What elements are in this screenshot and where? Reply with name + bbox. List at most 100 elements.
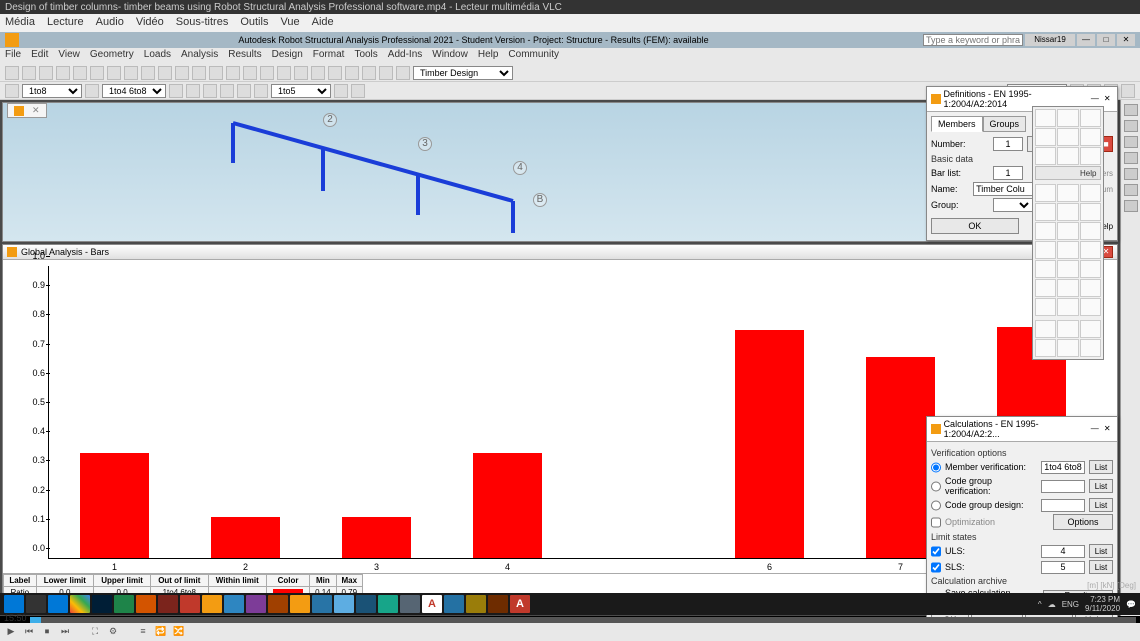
- menu-window[interactable]: Window: [432, 49, 468, 63]
- defs-tab-groups[interactable]: Groups: [983, 116, 1027, 132]
- menu-edit[interactable]: Edit: [31, 49, 48, 63]
- new-icon[interactable]: [5, 66, 19, 80]
- vlc-menu-soustitres[interactable]: Sous-titres: [176, 16, 229, 30]
- app-icon[interactable]: [290, 595, 310, 613]
- vlc-menu-lecture[interactable]: Lecture: [47, 16, 84, 30]
- calc-uls-input[interactable]: [1041, 545, 1085, 558]
- tool-palette[interactable]: Help: [1032, 106, 1104, 360]
- palette-icon[interactable]: [1080, 241, 1101, 259]
- vlc-shuffle-icon[interactable]: 🔀: [172, 626, 186, 638]
- bar-selector[interactable]: 1to4 6to8: [102, 84, 166, 98]
- palette-icon[interactable]: [1080, 320, 1101, 338]
- table-icon[interactable]: [277, 66, 291, 80]
- app-icon[interactable]: [400, 595, 420, 613]
- app-icon[interactable]: [114, 595, 134, 613]
- calc-member-verif-input[interactable]: [1041, 461, 1085, 474]
- calc-min-icon[interactable]: —: [1089, 424, 1100, 435]
- vlc-fullscreen-icon[interactable]: ⛶: [88, 626, 102, 638]
- palette-icon[interactable]: [1080, 184, 1101, 202]
- palette-icon[interactable]: [1080, 279, 1101, 297]
- measure-icon[interactable]: [328, 66, 342, 80]
- vlc-playlist-icon[interactable]: ≡: [136, 626, 150, 638]
- redo-icon[interactable]: [90, 66, 104, 80]
- save-icon[interactable]: [39, 66, 53, 80]
- calc-list-button[interactable]: List: [1089, 460, 1113, 474]
- defs-close-icon[interactable]: ✕: [1102, 94, 1113, 105]
- palette-icon[interactable]: [1057, 279, 1078, 297]
- vlc-prev-icon[interactable]: ⏮: [22, 626, 36, 638]
- vlc-settings-icon[interactable]: ⚙: [106, 626, 120, 638]
- menu-geometry[interactable]: Geometry: [90, 49, 134, 63]
- vlc-menu-aide[interactable]: Aide: [312, 16, 334, 30]
- autocad-icon[interactable]: A: [422, 595, 442, 613]
- palette-icon[interactable]: [1035, 203, 1056, 221]
- palette-icon[interactable]: [1057, 320, 1078, 338]
- rsb-icon[interactable]: [1124, 200, 1138, 212]
- vlc-menu-media[interactable]: Média: [5, 16, 35, 30]
- paste-icon[interactable]: [141, 66, 155, 80]
- rsb-icon[interactable]: [1124, 168, 1138, 180]
- acrobat-icon[interactable]: [180, 595, 200, 613]
- menu-format[interactable]: Format: [313, 49, 345, 63]
- palette-icon[interactable]: [1057, 109, 1078, 127]
- palette-icon[interactable]: [1080, 222, 1101, 240]
- palette-icon[interactable]: [1057, 298, 1078, 316]
- vlc-menu-vue[interactable]: Vue: [280, 16, 299, 30]
- tray-notifications-icon[interactable]: 💬: [1126, 600, 1136, 609]
- screenshot-icon[interactable]: [294, 66, 308, 80]
- defs-group-select[interactable]: [993, 198, 1033, 212]
- filter2-icon[interactable]: [85, 84, 99, 98]
- support-icon[interactable]: [209, 66, 223, 80]
- menu-community[interactable]: Community: [508, 49, 559, 63]
- vlc-stop-icon[interactable]: ⏹: [40, 626, 54, 638]
- app-icon[interactable]: [158, 595, 178, 613]
- menu-results[interactable]: Results: [228, 49, 261, 63]
- app-icon[interactable]: [444, 595, 464, 613]
- axis-icon[interactable]: [379, 66, 393, 80]
- menu-tools[interactable]: Tools: [354, 49, 377, 63]
- app-icon[interactable]: [268, 595, 288, 613]
- vlc-play-icon[interactable]: ▶: [4, 626, 18, 638]
- vlc-next-icon[interactable]: ⏭: [58, 626, 72, 638]
- calc-code-design-radio[interactable]: [931, 499, 941, 512]
- chrome-icon[interactable]: [70, 595, 90, 613]
- section-icon[interactable]: [175, 66, 189, 80]
- menu-analysis[interactable]: Analysis: [181, 49, 218, 63]
- viewport-tab[interactable]: ✕: [7, 103, 47, 118]
- palette-icon[interactable]: [1035, 339, 1056, 357]
- menu-addins[interactable]: Add-Ins: [388, 49, 422, 63]
- misc2-icon[interactable]: [186, 84, 200, 98]
- palette-icon[interactable]: [1057, 339, 1078, 357]
- calc-code-design-input[interactable]: [1041, 499, 1085, 512]
- vlc-menu-video[interactable]: Vidéo: [136, 16, 164, 30]
- copy-icon[interactable]: [124, 66, 138, 80]
- rsb-icon[interactable]: [1124, 104, 1138, 116]
- cut-icon[interactable]: [107, 66, 121, 80]
- calc-list-button[interactable]: List: [1089, 544, 1113, 558]
- palette-icon[interactable]: [1035, 222, 1056, 240]
- snap-icon[interactable]: [345, 66, 359, 80]
- palette-icon[interactable]: [1057, 260, 1078, 278]
- calc-close-icon[interactable]: ✕: [1102, 424, 1113, 435]
- palette-icon[interactable]: [1080, 260, 1101, 278]
- misc5-icon[interactable]: [237, 84, 251, 98]
- vlc-loop-icon[interactable]: 🔁: [154, 626, 168, 638]
- palette-icon[interactable]: [1080, 109, 1101, 127]
- vlc-menu-outils[interactable]: Outils: [240, 16, 268, 30]
- calc-code-verif-radio[interactable]: [931, 480, 941, 493]
- calc-sls-input[interactable]: [1041, 561, 1085, 574]
- calc-list-button[interactable]: List: [1089, 560, 1113, 574]
- palette-icon[interactable]: [1035, 298, 1056, 316]
- node-selector[interactable]: 1to8: [22, 84, 82, 98]
- tray-lang[interactable]: ENG: [1062, 600, 1079, 609]
- layout-icon[interactable]: [311, 66, 325, 80]
- rsb-icon[interactable]: [1124, 120, 1138, 132]
- palette-icon[interactable]: [1057, 222, 1078, 240]
- palette-icon[interactable]: [1057, 147, 1078, 165]
- palette-icon[interactable]: [1035, 109, 1056, 127]
- rsb-icon[interactable]: [1124, 152, 1138, 164]
- calc-list-button[interactable]: List: [1089, 479, 1113, 493]
- app-icon[interactable]: [488, 595, 508, 613]
- calc-optimization-check[interactable]: [931, 516, 941, 529]
- menu-file[interactable]: File: [5, 49, 21, 63]
